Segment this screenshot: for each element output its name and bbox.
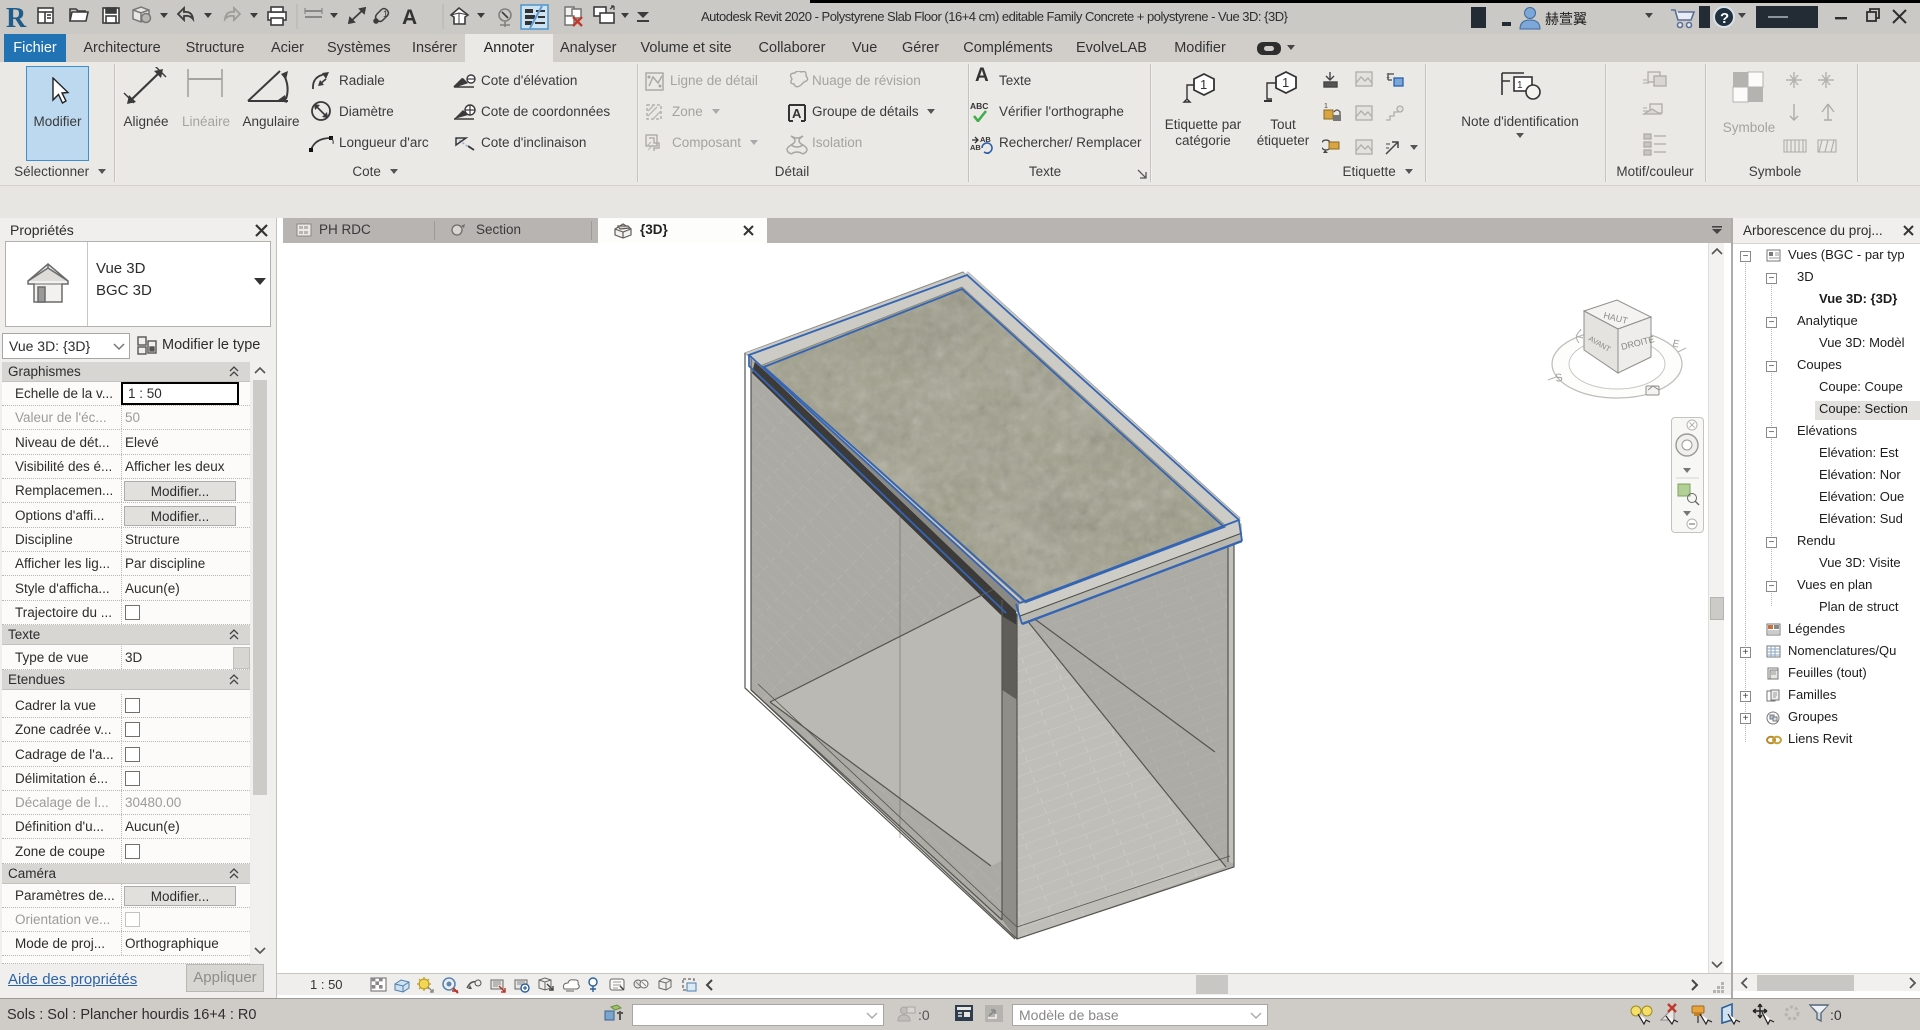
svg-text:R: R	[6, 3, 27, 34]
svg-text:?: ?	[1720, 10, 1729, 27]
svg-text:E: E	[1671, 338, 1680, 350]
svg-text:1: 1	[1282, 75, 1289, 90]
svg-text:A: A	[402, 6, 417, 29]
svg-text:1: 1	[1517, 80, 1523, 91]
svg-text:1: 1	[383, 9, 388, 19]
svg-text:1: 1	[1324, 103, 1328, 110]
svg-text:A: A	[792, 106, 802, 121]
svg-text:AB: AB	[970, 143, 981, 152]
svg-text:1: 1	[1200, 77, 1207, 92]
svg-text:1: 1	[1386, 73, 1390, 80]
